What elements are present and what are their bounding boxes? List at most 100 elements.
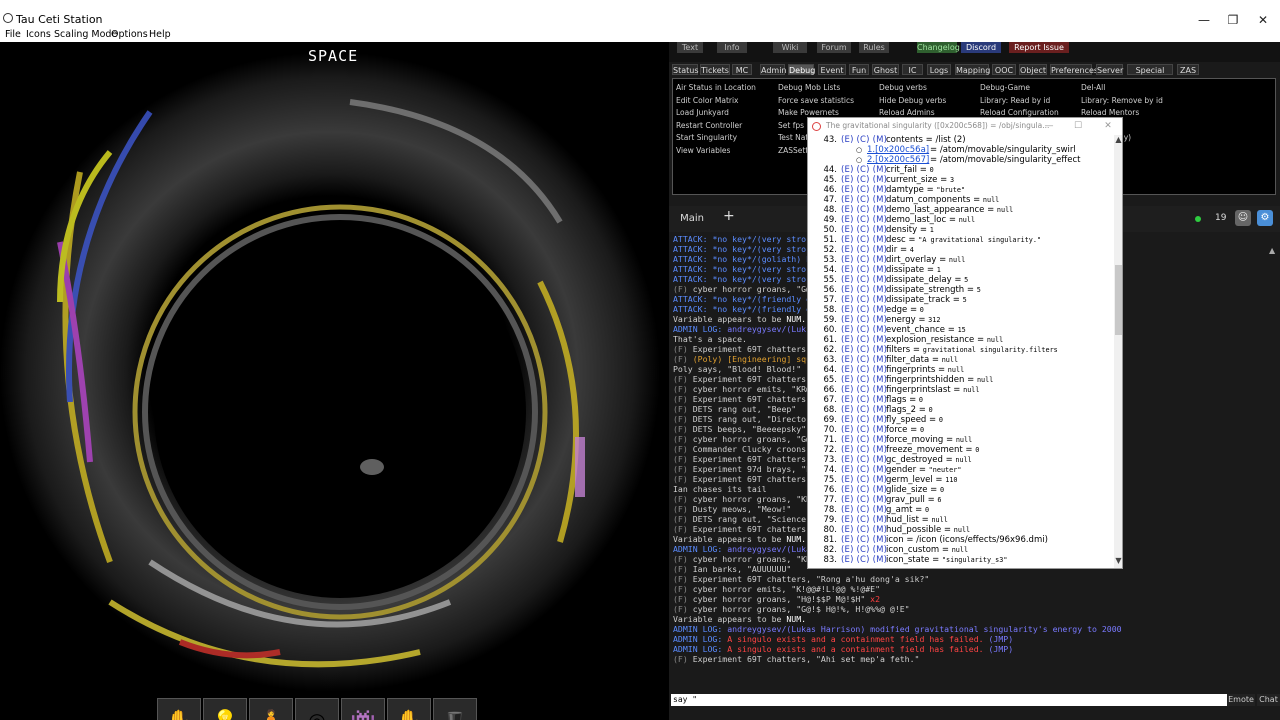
vv-var-name[interactable]: crit_fail [886, 165, 917, 175]
menu-file[interactable]: File [5, 29, 21, 40]
vv-var-name[interactable]: gender [886, 465, 916, 475]
command-input[interactable]: say " [671, 694, 1227, 706]
link-info[interactable]: Info [717, 42, 747, 53]
vv-edit-links[interactable]: (E) (C) (M) [841, 405, 887, 415]
debug-verb[interactable]: Reload Mentors [1081, 108, 1139, 117]
vv-edit-links[interactable]: (E) (C) (M) [841, 275, 887, 285]
vv-edit-links[interactable]: (E) (C) (M) [841, 525, 887, 535]
vv-var-name[interactable]: current_size [886, 175, 937, 185]
debug-verb[interactable]: Restart Controller [676, 121, 742, 130]
add-tab-button[interactable]: + [723, 208, 735, 224]
vv-edit-links[interactable]: (E) (C) (M) [841, 355, 887, 365]
vv-edit-links[interactable]: (E) (C) (M) [841, 475, 887, 485]
menu-help[interactable]: Help [149, 29, 171, 40]
vv-edit-links[interactable]: (E) (C) (M) [841, 185, 887, 195]
vv-var-name[interactable]: contents [886, 135, 923, 145]
link-rules[interactable]: Rules [859, 42, 889, 53]
hotbar-figure-slot[interactable]: 🧍 [249, 698, 293, 720]
vv-var-name[interactable]: fingerprintslast [886, 385, 951, 395]
vv-scrollbar[interactable]: ▲ ▼ [1114, 135, 1122, 568]
vv-var-name[interactable]: flags [886, 395, 906, 405]
vv-edit-links[interactable]: (E) (C) (M) [841, 195, 887, 205]
vv-var-name[interactable]: grav_pull [886, 495, 925, 505]
vv-var-name[interactable]: germ_level [886, 475, 933, 485]
debug-verb[interactable]: Test Nat [778, 133, 808, 142]
tab-special-verbs[interactable]: Special Verbs [1127, 64, 1173, 86]
vv-var-name[interactable]: glide_size [886, 485, 927, 495]
vv-edit-links[interactable]: (E) (C) (M) [841, 165, 887, 175]
vv-edit-links[interactable]: (E) (C) (M) [841, 515, 887, 525]
hotbar-target-slot[interactable]: ◎ [295, 698, 339, 720]
vv-edit-links[interactable]: (E) (C) (M) [841, 335, 887, 345]
tab-preferences[interactable]: Preferences [1050, 64, 1098, 75]
debug-verb[interactable]: Load Junkyard [676, 108, 729, 117]
vv-var-name[interactable]: explosion_resistance [886, 335, 974, 345]
vv-var-name[interactable]: damtype [886, 185, 924, 195]
debug-verb[interactable]: Reload Configuration [980, 108, 1059, 117]
tab-mc[interactable]: MC [732, 64, 752, 75]
vv-edit-links[interactable]: (E) (C) (M) [841, 465, 887, 475]
link-forum[interactable]: Forum [817, 42, 851, 53]
tab-admin[interactable]: Admin [760, 64, 787, 75]
vv-edit-links[interactable]: (E) (C) (M) [841, 235, 887, 245]
vv-edit-links[interactable]: (E) (C) (M) [841, 265, 887, 275]
vv-var-name[interactable]: fingerprintshidden [886, 375, 964, 385]
vv-scroll-thumb[interactable] [1115, 265, 1122, 335]
hotbar-figure2-slot[interactable]: 👾 [341, 698, 385, 720]
vv-var-name[interactable]: gc_destroyed [886, 455, 943, 465]
vv-var-name[interactable]: edge [886, 305, 907, 315]
vv-edit-links[interactable]: (E) (C) (M) [841, 455, 887, 465]
vv-var-name[interactable]: icon [886, 535, 904, 545]
vv-edit-links[interactable]: (E) (C) (M) [841, 285, 887, 295]
vv-var-name[interactable]: density [886, 225, 917, 235]
tab-object[interactable]: Object [1019, 64, 1047, 75]
hotbar-light-slot[interactable]: 💡 [203, 698, 247, 720]
emoji-icon[interactable]: ☺ [1235, 210, 1251, 226]
vv-edit-links[interactable]: (E) (C) (M) [841, 435, 887, 445]
minimize-button[interactable]: — [1189, 12, 1219, 28]
vv-scroll-down-icon[interactable]: ▼ [1114, 556, 1122, 565]
debug-verb[interactable]: Del-All [1081, 83, 1105, 92]
vv-edit-links[interactable]: (E) (C) (M) [841, 535, 887, 545]
vv-var-name[interactable]: desc [886, 235, 906, 245]
tab-ooc[interactable]: OOC [992, 64, 1016, 75]
tab-main[interactable]: Main [675, 210, 709, 228]
debug-verb[interactable]: Start Singularity [676, 133, 737, 142]
menu-icons[interactable]: Icons [26, 29, 51, 40]
hotbar-intent-slot[interactable]: ✋ [157, 698, 201, 720]
debug-verb[interactable]: Reload Admins [879, 108, 935, 117]
vv-var-name[interactable]: flags_2 [886, 405, 916, 415]
debug-verb[interactable]: Debug verbs [879, 83, 927, 92]
close-button[interactable]: ✕ [1248, 12, 1278, 28]
debug-verb[interactable]: Edit Color Matrix [676, 96, 739, 105]
debug-verb[interactable]: Library: Read by id [980, 96, 1050, 105]
hotbar-hand-slot[interactable]: ✋ [387, 698, 431, 720]
hotbar-hat-slot[interactable]: 🎩 [433, 698, 477, 720]
vv-edit-links[interactable]: (E) (C) (M) [841, 245, 887, 255]
vv-var-name[interactable]: filter_data [886, 355, 929, 365]
vv-var-name[interactable]: filters [886, 345, 910, 355]
vv-var-name[interactable]: dir [886, 245, 897, 255]
vv-ref-link[interactable]: 2.[0x200c567] [867, 155, 929, 165]
tab-logs[interactable]: Logs [927, 64, 951, 75]
tab-ghost[interactable]: Ghost [872, 64, 899, 75]
vv-var-name[interactable]: freeze_movement [886, 445, 963, 455]
vv-var-name[interactable]: dirt_overlay [886, 255, 936, 265]
vv-scroll-up-icon[interactable]: ▲ [1114, 135, 1122, 144]
tab-fun[interactable]: Fun [849, 64, 869, 75]
debug-verb[interactable]: Force save statistics [778, 96, 854, 105]
emote-button[interactable]: Emote [1227, 694, 1255, 706]
vv-edit-links[interactable]: (E) (C) (M) [841, 255, 887, 265]
vv-maximize-button[interactable]: ☐ [1065, 118, 1091, 134]
game-viewport[interactable]: SPACE ✋ 💡 🧍 ◎ 👾 ✋ 🎩 [0, 42, 669, 720]
debug-verb[interactable]: Debug Mob Lists [778, 83, 840, 92]
vv-var-name[interactable]: fingerprints [886, 365, 935, 375]
link-report-issue[interactable]: Report Issue [1009, 42, 1069, 53]
vv-edit-links[interactable]: (E) (C) (M) [841, 175, 887, 185]
vv-var-name[interactable]: dissipate_strength [886, 285, 964, 295]
vv-edit-links[interactable]: (E) (C) (M) [841, 315, 887, 325]
vv-var-name[interactable]: dissipate_delay [886, 275, 952, 285]
vv-edit-links[interactable]: (E) (C) (M) [841, 545, 887, 555]
tab-ic[interactable]: IC [902, 64, 923, 75]
vv-var-name[interactable]: g_amt [886, 505, 912, 515]
